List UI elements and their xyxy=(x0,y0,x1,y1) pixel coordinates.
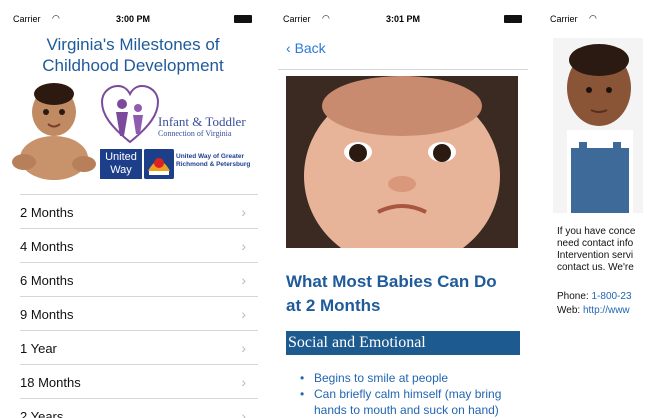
status-bar: Carrier ◠ xyxy=(545,8,651,30)
battery-icon xyxy=(234,15,252,23)
united-way-logo: United Way xyxy=(100,149,142,179)
chevron-right-icon: › xyxy=(241,408,246,418)
app-title-line-2: Childhood Development xyxy=(42,56,224,75)
status-time: 3:00 PM xyxy=(115,14,150,24)
app-store-screenshots: Carrier ◠ 3:00 PM Virginia's Milestones … xyxy=(0,0,651,418)
phone-label: Phone: xyxy=(557,291,589,302)
menu-item-2-months[interactable]: 2 Months › xyxy=(20,194,258,228)
carrier-label: Carrier xyxy=(550,14,578,24)
chevron-right-icon: › xyxy=(241,204,246,220)
itc-name: Infant & Toddler xyxy=(158,114,246,129)
milestone-list: Begins to smile at people Can briefly ca… xyxy=(300,370,520,418)
menu-item-18-months[interactable]: 18 Months › xyxy=(20,364,258,398)
section-band: Social and Emotional xyxy=(286,331,520,355)
body-line-4: contact us. We're xyxy=(557,262,634,273)
back-label: Back xyxy=(294,40,326,56)
menu-item-label: 1 Year xyxy=(20,341,57,356)
chevron-right-icon: › xyxy=(241,272,246,288)
menu-item-label: 2 Years xyxy=(20,409,64,418)
page-heading: What Most Babies Can Do at 2 Months xyxy=(286,270,522,318)
contact-body: If you have conce need contact info Inte… xyxy=(557,226,651,274)
body-line-3: Intervention servi xyxy=(557,250,634,261)
app-title-line-1: Virginia's Milestones of xyxy=(46,35,220,54)
uw-line-1: United xyxy=(105,151,137,163)
uw-caption-line-1: United Way of Greater xyxy=(176,153,245,160)
menu-item-4-months[interactable]: 4 Months › xyxy=(20,228,258,262)
phone-row: Phone: 1-800-23 xyxy=(557,290,632,304)
chevron-right-icon: › xyxy=(241,238,246,254)
menu-item-2-years[interactable]: 2 Years › xyxy=(20,398,258,418)
uw-caption-line-2: Richmond & Petersburg xyxy=(176,161,251,168)
back-chevron-icon: ‹ xyxy=(286,40,291,56)
app-title: Virginia's Milestones of Childhood Devel… xyxy=(8,34,258,76)
uw-line-2: Way xyxy=(110,164,132,176)
status-bar: Carrier ◠ 3:01 PM xyxy=(278,8,528,30)
list-item: Begins to smile at people xyxy=(300,370,520,386)
hero-logos: Infant & Toddler Connection of Virginia … xyxy=(8,82,258,190)
menu-item-label: 4 Months xyxy=(20,239,74,254)
baby-face-photo xyxy=(286,76,518,248)
body-line-2: need contact info xyxy=(557,238,634,249)
baby-photo xyxy=(10,82,98,182)
chevron-right-icon: › xyxy=(241,306,246,322)
web-link[interactable]: http://www xyxy=(583,305,630,316)
screen-contact-info: Carrier ◠ If you have conce need contact… xyxy=(545,8,651,418)
chevron-right-icon: › xyxy=(241,340,246,356)
menu-item-label: 18 Months xyxy=(20,375,81,390)
itc-heart-icon xyxy=(100,84,160,144)
menu-item-1-year[interactable]: 1 Year › xyxy=(20,330,258,364)
screen-milestones-menu: Carrier ◠ 3:00 PM Virginia's Milestones … xyxy=(8,8,258,418)
united-way-caption: United Way of Greater Richmond & Petersb… xyxy=(176,153,250,169)
back-button[interactable]: ‹ Back xyxy=(286,40,326,56)
menu-item-9-months[interactable]: 9 Months › xyxy=(20,296,258,330)
heading-line-1: What Most Babies Can Do xyxy=(286,272,497,291)
menu-item-label: 6 Months xyxy=(20,273,74,288)
heading-line-2: at 2 Months xyxy=(286,296,381,315)
toddler-photo xyxy=(553,38,643,213)
menu-item-label: 2 Months xyxy=(20,205,74,220)
wifi-icon: ◠ xyxy=(589,13,597,23)
battery-icon xyxy=(504,15,522,23)
itc-subtitle: Connection of Virginia xyxy=(158,129,232,138)
screen-2-months-detail: Carrier ◠ 3:01 PM ‹ Back What Most Babie… xyxy=(278,8,528,418)
contact-details: Phone: 1-800-23 Web: http://www xyxy=(557,290,632,318)
phone-link[interactable]: 1-800-23 xyxy=(591,291,631,302)
web-row: Web: http://www xyxy=(557,304,632,318)
milestone-menu: 2 Months › 4 Months › 6 Months › 9 Month… xyxy=(8,194,258,418)
menu-item-6-months[interactable]: 6 Months › xyxy=(20,262,258,296)
infant-toddler-logo: Infant & Toddler Connection of Virginia xyxy=(100,84,250,146)
chevron-right-icon: › xyxy=(241,374,246,390)
nav-bar: ‹ Back xyxy=(278,30,528,70)
body-line-1: If you have conce xyxy=(557,226,636,237)
status-time: 3:01 PM xyxy=(385,14,420,24)
status-bar: Carrier ◠ 3:00 PM xyxy=(8,8,258,30)
list-item: Can briefly calm himself (may bring hand… xyxy=(300,386,520,418)
united-way-hand-icon xyxy=(144,149,174,179)
menu-item-label: 9 Months xyxy=(20,307,74,322)
web-label: Web: xyxy=(557,305,581,316)
